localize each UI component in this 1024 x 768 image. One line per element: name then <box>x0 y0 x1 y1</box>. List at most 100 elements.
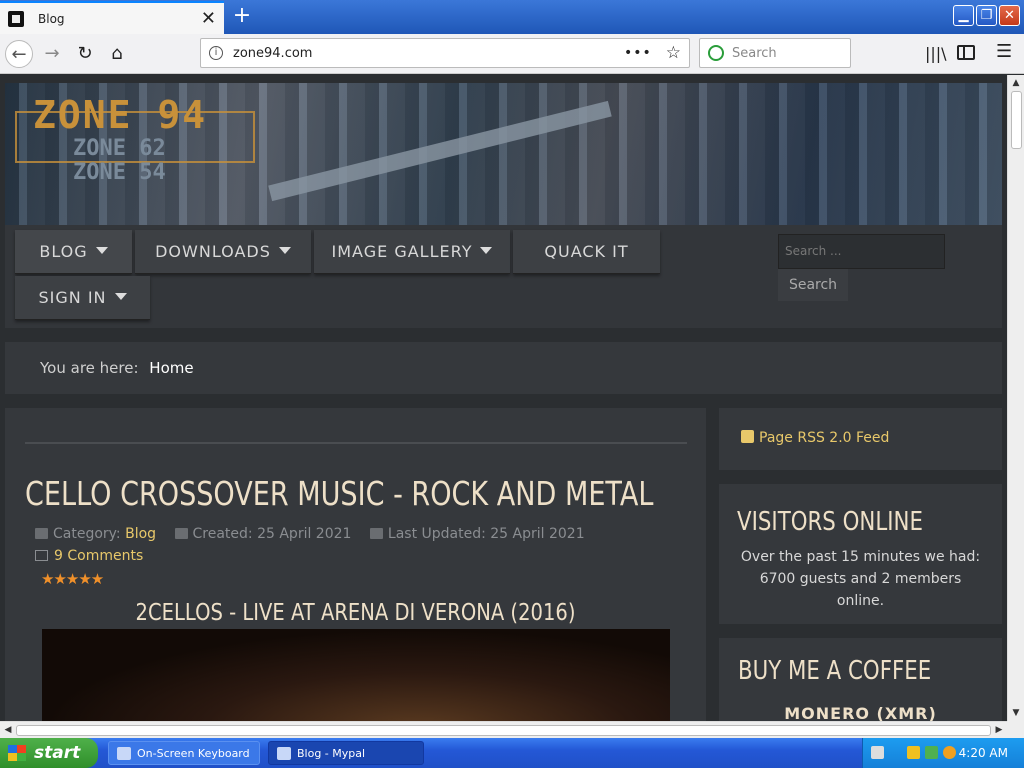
coffee-title: BUY ME A COFFEE <box>738 656 932 686</box>
visitors-title: VISITORS ONLINE <box>737 507 923 537</box>
web-page: ZONE 94 ZONE 62 ZONE 54 BLOG DOWNLOADS I… <box>0 75 1007 721</box>
site-favicon-icon <box>8 10 24 27</box>
updated-date: Last Updated: 25 April 2021 <box>387 526 585 542</box>
comments-link[interactable]: 9 Comments <box>35 548 143 564</box>
folder-icon <box>35 528 48 539</box>
taskbar-item-blog-mypal[interactable]: Blog - Mypal <box>268 741 424 765</box>
home-button[interactable]: ⌂ <box>103 40 131 68</box>
breadcrumb-prefix: You are here: <box>40 359 139 377</box>
search-tray-icon[interactable] <box>943 746 956 759</box>
caret-down-icon <box>95 247 108 254</box>
site-main-menu: BLOG DOWNLOADS IMAGE GALLERY QUACK IT SI… <box>5 225 1002 328</box>
start-button[interactable]: start <box>0 738 98 768</box>
windows-flag-icon <box>8 745 26 761</box>
vertical-scrollbar[interactable]: ▲ ▼ <box>1007 75 1024 721</box>
created-date: Created: 25 April 2021 <box>192 526 352 542</box>
keyboard-tray-icon[interactable] <box>871 746 884 759</box>
site-search-input[interactable]: Search ... <box>778 234 945 269</box>
browser-icon <box>277 747 291 760</box>
article-meta: Category: Blog Created: 25 April 2021 La… <box>35 526 585 542</box>
visitors-online-panel: VISITORS ONLINE Over the past 15 minutes… <box>719 484 1002 624</box>
rss-panel: Page RSS 2.0 Feed <box>719 408 1002 470</box>
close-tab-icon[interactable]: ✕ <box>201 8 216 29</box>
start-label: start <box>34 743 81 763</box>
task-label: On-Screen Keyboard <box>137 747 250 760</box>
scroll-thumb[interactable] <box>16 725 991 736</box>
browser-search-input[interactable]: Search <box>699 38 851 68</box>
page-actions-icon[interactable]: ••• <box>624 45 652 61</box>
clock[interactable]: 4:20 AM <box>959 738 1008 768</box>
url-text[interactable]: zone94.com <box>233 46 624 61</box>
buy-me-a-coffee-panel: BUY ME A COFFEE MONERO (XMR) <box>719 638 1002 721</box>
breadcrumb: You are here: Home <box>5 342 1002 394</box>
site-logo[interactable]: ZONE 94 <box>33 93 207 137</box>
reload-button[interactable]: ↻ <box>71 40 99 68</box>
logo-sub-line: ZONE 62 <box>73 136 166 161</box>
menu-item-label: IMAGE GALLERY <box>331 242 473 261</box>
back-button[interactable]: ← <box>5 40 33 68</box>
minimize-button[interactable]: ▁ <box>953 5 974 26</box>
network-icon[interactable] <box>925 746 938 759</box>
new-tab-button[interactable]: + <box>230 3 254 28</box>
sidebar-toggle-icon[interactable] <box>957 45 975 60</box>
video-title: 2CELLOS - LIVE AT ARENA DI VERONA (2016) <box>135 600 576 626</box>
category-link[interactable]: Blog <box>125 526 156 542</box>
menu-item-label: SIGN IN <box>38 288 107 307</box>
rss-icon <box>741 430 754 443</box>
rss-link[interactable]: Page RSS 2.0 Feed <box>741 430 889 446</box>
forward-button[interactable]: → <box>38 40 66 68</box>
logo-sub-line: ZONE 54 <box>73 160 166 185</box>
tab-blog[interactable]: Blog ✕ <box>0 1 224 34</box>
scroll-right-icon[interactable]: ▶ <box>991 722 1007 738</box>
site-search-button[interactable]: Search <box>778 269 848 301</box>
search-engine-icon <box>708 45 724 61</box>
tab-title: Blog <box>38 11 65 26</box>
embedded-video[interactable] <box>42 629 670 721</box>
calendar-icon <box>369 528 383 539</box>
system-tray: 4:20 AM <box>862 738 1024 768</box>
shield-icon[interactable] <box>907 746 920 759</box>
menu-item-image-gallery[interactable]: IMAGE GALLERY <box>314 230 510 274</box>
scroll-thumb[interactable] <box>1011 91 1022 149</box>
rss-label[interactable]: Page RSS 2.0 Feed <box>759 430 889 446</box>
horizontal-scrollbar[interactable]: ◀ ▶ <box>0 721 1007 738</box>
scroll-down-icon[interactable]: ▼ <box>1008 705 1024 721</box>
divider <box>25 442 687 444</box>
caret-down-icon <box>480 247 493 254</box>
article-panel: CELLO CROSSOVER MUSIC - ROCK AND METAL C… <box>5 408 706 721</box>
hamburger-menu-icon[interactable]: ☰ <box>996 41 1012 62</box>
site-header-banner: ZONE 94 ZONE 62 ZONE 54 <box>5 83 1002 225</box>
info-icon[interactable]: i <box>209 46 223 60</box>
taskbar-item-on-screen-keyboard[interactable]: On-Screen Keyboard <box>108 741 260 765</box>
menu-item-sign-in[interactable]: SIGN IN <box>15 276 150 320</box>
keyboard-icon <box>117 747 131 760</box>
bookmark-star-icon[interactable]: ☆ <box>666 43 681 63</box>
breadcrumb-current: Home <box>149 359 194 377</box>
site-logo-sub: ZONE 62 ZONE 54 <box>73 137 166 185</box>
article-title[interactable]: CELLO CROSSOVER MUSIC - ROCK AND METAL <box>25 474 653 513</box>
scroll-left-icon[interactable]: ◀ <box>0 722 16 738</box>
menu-item-blog[interactable]: BLOG <box>15 230 132 274</box>
menu-item-label: BLOG <box>39 242 88 261</box>
comments-count[interactable]: 9 Comments <box>54 548 143 564</box>
restore-button[interactable]: ❐ <box>976 5 997 26</box>
tab-bar: Blog ✕ + ▁ ❐ ✕ <box>0 0 1024 34</box>
menu-item-label: DOWNLOADS <box>155 242 271 261</box>
calendar-icon <box>174 528 188 539</box>
menu-item-downloads[interactable]: DOWNLOADS <box>135 230 311 274</box>
browser-search-placeholder: Search <box>732 45 777 61</box>
caret-down-icon <box>278 247 291 254</box>
taskbar: start On-Screen Keyboard Blog - Mypal 4:… <box>0 738 1024 768</box>
monero-heading: MONERO (XMR) <box>784 704 937 721</box>
visitors-text: Over the past 15 minutes we had: 6700 gu… <box>740 549 981 609</box>
caret-down-icon <box>114 293 127 300</box>
scroll-up-icon[interactable]: ▲ <box>1008 75 1024 91</box>
menu-item-quack-it[interactable]: QUACK IT <box>513 230 660 274</box>
category-label: Category: <box>53 526 121 542</box>
menu-item-label: QUACK IT <box>544 242 629 261</box>
library-icon[interactable]: |||\ <box>925 44 947 63</box>
star-rating[interactable]: ★★★★★ <box>41 570 104 588</box>
close-window-button[interactable]: ✕ <box>999 5 1020 26</box>
address-bar[interactable]: i zone94.com ••• ☆ <box>200 38 690 68</box>
navigation-toolbar: ← → ↻ ⌂ i zone94.com ••• ☆ Search |||\ ☰ <box>0 34 1024 74</box>
